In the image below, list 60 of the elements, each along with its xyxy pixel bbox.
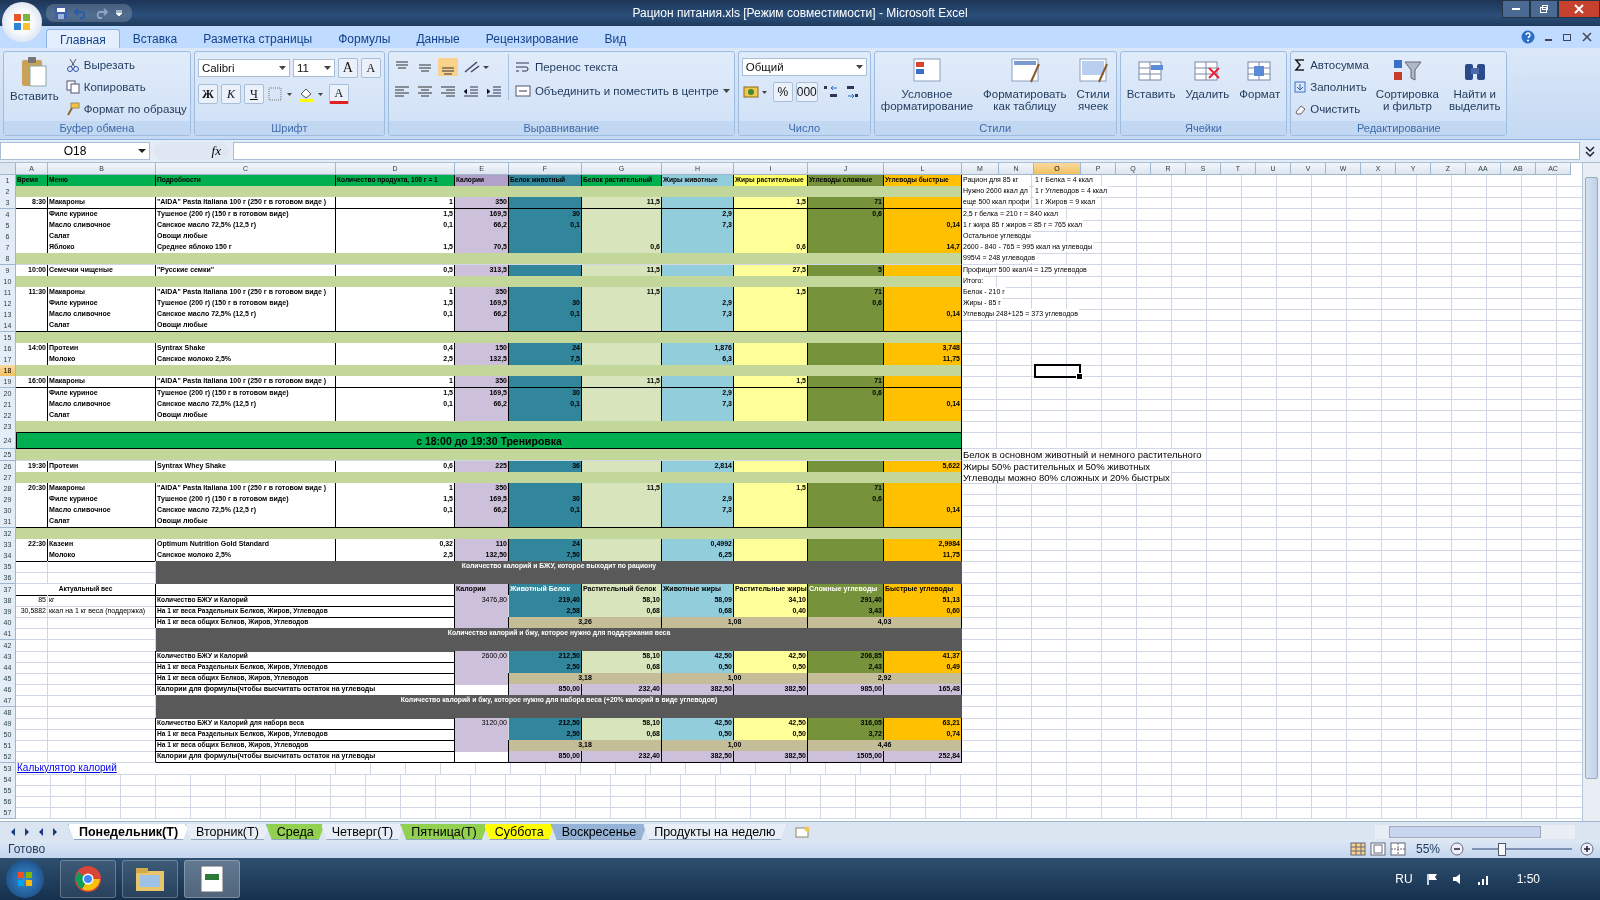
sheet-tab[interactable]: Пятница(Т)	[400, 824, 488, 840]
number-format-dropdown[interactable]: Общий	[741, 58, 867, 76]
font-size-dropdown[interactable]: 11	[292, 59, 335, 77]
merge-center-button[interactable]: Объединить и поместить в центре	[514, 82, 731, 100]
paste-button[interactable]: Вставить	[7, 54, 62, 104]
ribbon-tab[interactable]: Главная	[46, 29, 120, 48]
ribbon-tab[interactable]: Вставка	[119, 29, 191, 48]
underline-button[interactable]: Ч	[243, 84, 264, 104]
insert-function-button[interactable]: fx	[211, 143, 221, 159]
note-text: Белок в основном животный и немного растительного	[962, 449, 1203, 461]
bold-button[interactable]: Ж	[197, 84, 218, 104]
ribbon-tab[interactable]: Формулы	[325, 29, 404, 48]
styles-button[interactable]: Форматировать как таблицу	[980, 54, 1070, 120]
sheet-tab[interactable]: Среда	[265, 824, 325, 840]
sheet-tab[interactable]: Четверг(Т)	[320, 824, 405, 840]
group-label: Число	[738, 121, 870, 135]
font-color-button[interactable]: A	[328, 84, 349, 104]
wrap-text-button[interactable]: Перенос текста	[514, 58, 731, 76]
find-select-button[interactable]: Найти и выделить	[1445, 54, 1504, 120]
language-indicator[interactable]: RU	[1395, 872, 1413, 886]
shrink-font-button[interactable]: A	[360, 58, 381, 78]
cells-button[interactable]: Вставить	[1123, 54, 1179, 120]
autosum-button[interactable]: Автосумма	[1294, 56, 1369, 74]
group-label: Стили	[874, 121, 1116, 135]
group-label: Выравнивание	[388, 121, 734, 135]
font-family-dropdown[interactable]: Calibri	[197, 59, 290, 77]
thousands-button[interactable]: 000	[795, 82, 818, 102]
group-label: Редактирование	[1291, 121, 1507, 135]
calculator-link[interactable]: Калькулятор калорий	[17, 761, 117, 773]
sheet-tab[interactable]: Продукты на неделю	[643, 824, 787, 840]
group-label: Ячейки	[1120, 121, 1287, 135]
cells-button[interactable]: Удалить	[1182, 54, 1233, 120]
italic-button[interactable]: К	[220, 84, 241, 104]
note-text: Жиры 50% растительных и 50% животных	[962, 460, 1152, 472]
format-painter-button[interactable]: Формат по образцу	[65, 100, 187, 118]
styles-button[interactable]: Условное форматирование	[877, 54, 977, 120]
training-banner: с 18:00 до 19:30 Тренировка	[16, 432, 962, 450]
copy-button[interactable]: Копировать	[65, 78, 187, 96]
note-text: Углеводы можно 80% сложных и 20% быстрых	[962, 471, 1171, 483]
ribbon-tab[interactable]: Рецензирование	[472, 29, 592, 48]
window-title: Рацион питания.xls [Режим совместимости] - Microsoft Excel	[632, 6, 968, 20]
sheet-tab[interactable]: Вторник(Т)	[185, 824, 270, 840]
group-label: Шрифт	[194, 121, 384, 135]
ribbon-tab[interactable]: Разметка страницы	[190, 29, 326, 48]
sheet-tab[interactable]: Суббота	[483, 824, 555, 840]
cells-button[interactable]: Формат	[1236, 54, 1284, 120]
percent-button[interactable]: %	[772, 82, 793, 102]
sort-filter-button[interactable]: Сортировка и фильтр	[1372, 54, 1442, 120]
ribbon-tab[interactable]: Вид	[591, 29, 640, 48]
name-box[interactable]: O18	[0, 142, 150, 160]
grow-font-button[interactable]: A	[337, 58, 358, 78]
zoom-level[interactable]: 55%	[1415, 842, 1440, 856]
status-text: Готово	[8, 842, 46, 856]
clear-button[interactable]: Очистить	[1294, 100, 1369, 118]
group-label: Буфер обмена	[4, 121, 190, 135]
cut-button[interactable]: Вырезать	[65, 56, 187, 74]
clock: 1:50	[1516, 872, 1540, 886]
ribbon-tab[interactable]: Данные	[403, 29, 473, 48]
fill-button[interactable]: Заполнить	[1294, 78, 1369, 96]
styles-button[interactable]: Стили ячеек	[1073, 54, 1113, 120]
